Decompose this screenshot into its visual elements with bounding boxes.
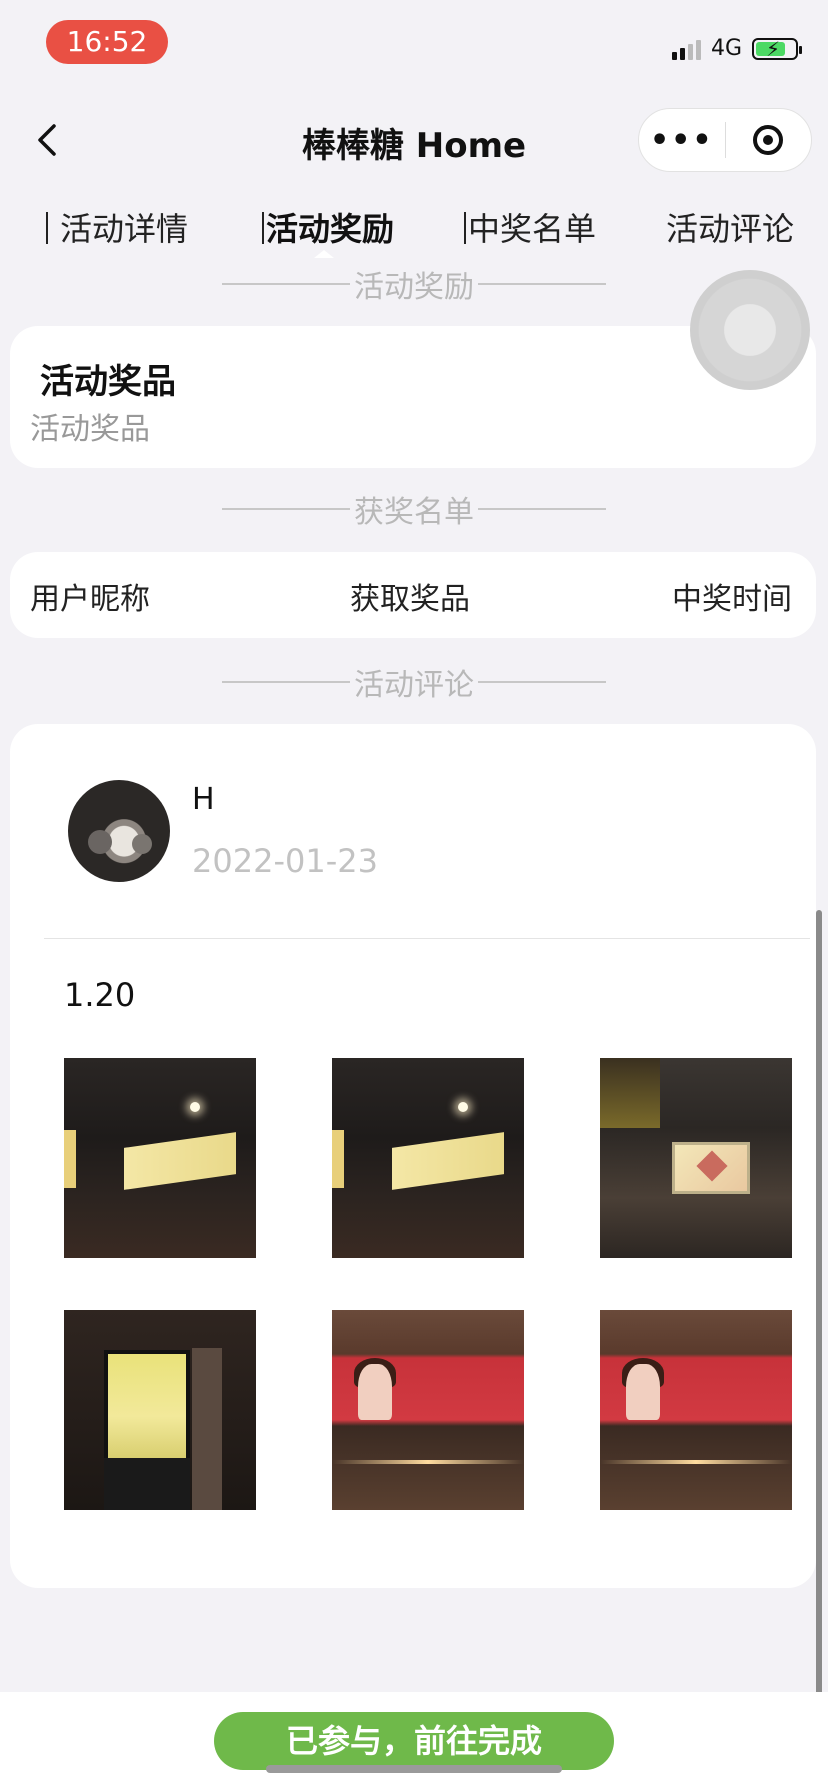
comment-photo[interactable] bbox=[332, 1058, 524, 1258]
tab-label: 活动奖励 bbox=[266, 210, 395, 248]
floating-assistive-button[interactable] bbox=[690, 270, 810, 390]
more-dots-icon[interactable]: ••• bbox=[639, 123, 725, 158]
tab-winner-list[interactable]: 中奖名单 bbox=[464, 204, 596, 250]
comment-username: H bbox=[192, 782, 215, 817]
network-type: 4G bbox=[710, 36, 742, 61]
battery-icon: ⚡ bbox=[752, 37, 802, 61]
tab-separator bbox=[464, 212, 466, 244]
comment-photo[interactable] bbox=[600, 1058, 792, 1258]
tab-label: 活动评论 bbox=[666, 210, 795, 248]
prize-subtitle: 活动奖品 bbox=[30, 412, 150, 447]
tab-label: 活动详情 bbox=[60, 210, 189, 248]
comment-photo[interactable] bbox=[64, 1310, 256, 1510]
tab-bar: 活动详情 活动奖励 中奖名单 活动评论 bbox=[0, 190, 828, 262]
tab-activity-details[interactable]: 活动详情 bbox=[46, 204, 188, 250]
status-indicators: 4G ⚡ bbox=[671, 36, 802, 61]
winner-table-header: 用户昵称 获取奖品 中奖时间 bbox=[10, 552, 816, 638]
prize-title: 活动奖品 bbox=[40, 362, 176, 402]
tab-separator bbox=[46, 212, 48, 244]
comment-divider bbox=[44, 938, 810, 939]
column-nickname: 用户昵称 bbox=[30, 582, 150, 617]
section-header-reward: 活动奖励 bbox=[222, 264, 606, 305]
section-header-winners: 获奖名单 bbox=[222, 489, 606, 530]
section-header-comments: 活动评论 bbox=[222, 662, 606, 703]
signal-icon bbox=[671, 38, 701, 60]
close-program-button[interactable] bbox=[726, 125, 812, 155]
comment-card: H 2022-01-23 1.20 bbox=[10, 724, 816, 1588]
status-time: 16:52 bbox=[46, 20, 168, 64]
scrollbar[interactable] bbox=[816, 910, 822, 1710]
comment-date: 2022-01-23 bbox=[192, 842, 378, 880]
column-win-time: 中奖时间 bbox=[672, 582, 792, 617]
mini-program-capsule: ••• bbox=[638, 108, 812, 172]
navigation-bar: 棒棒糖 Home ••• bbox=[0, 90, 828, 190]
tab-activity-rewards[interactable]: 活动奖励 bbox=[262, 204, 394, 250]
comment-photo[interactable] bbox=[332, 1310, 524, 1510]
active-tab-indicator bbox=[314, 250, 334, 258]
column-prize: 获取奖品 bbox=[350, 582, 470, 617]
tab-label: 中奖名单 bbox=[468, 210, 597, 248]
home-indicator bbox=[266, 1765, 562, 1773]
comment-text: 1.20 bbox=[64, 976, 136, 1014]
avatar[interactable] bbox=[68, 780, 170, 882]
comment-photo[interactable] bbox=[600, 1310, 792, 1510]
tab-separator bbox=[262, 212, 264, 244]
section-title: 获奖名单 bbox=[354, 495, 474, 530]
comment-photo[interactable] bbox=[64, 1058, 256, 1258]
section-title: 活动评论 bbox=[354, 668, 474, 703]
tab-activity-comments[interactable]: 活动评论 bbox=[666, 204, 794, 250]
record-target-icon bbox=[753, 125, 784, 155]
status-bar: 16:52 4G ⚡ bbox=[0, 0, 828, 90]
section-title: 活动奖励 bbox=[354, 270, 474, 305]
participate-complete-button[interactable]: 已参与，前往完成 bbox=[214, 1712, 614, 1770]
